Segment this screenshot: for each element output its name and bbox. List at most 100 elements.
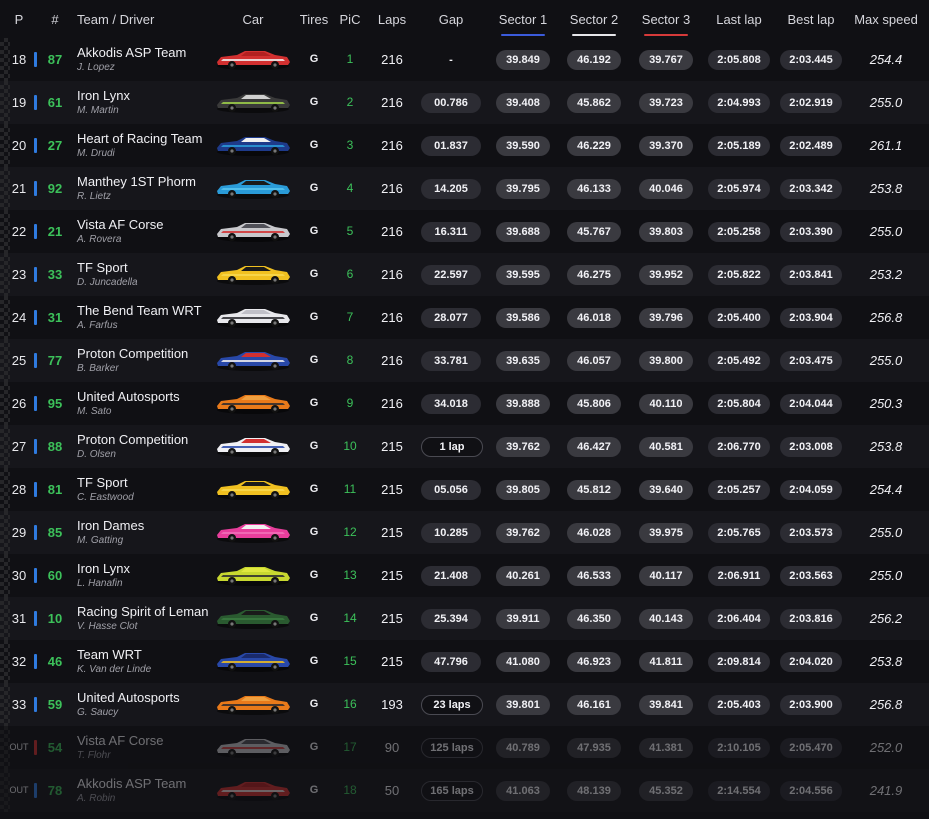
- class-color-bar: [34, 353, 37, 368]
- driver-name[interactable]: M. Drudi: [77, 148, 115, 159]
- team-name[interactable]: Vista AF Corse: [77, 217, 163, 232]
- sector-1-time: 39.590: [496, 136, 550, 156]
- team-name[interactable]: Manthey 1ST Phorm: [77, 174, 196, 189]
- tire-compound: G: [309, 397, 319, 409]
- tire-compound: G: [309, 483, 319, 495]
- class-color-bar: [34, 224, 37, 239]
- team-name[interactable]: United Autosports: [77, 690, 180, 705]
- team-name[interactable]: Iron Lynx: [77, 88, 130, 103]
- lap-count: 216: [381, 267, 403, 282]
- max-speed-value: 241.9: [869, 783, 903, 798]
- driver-name[interactable]: G. Saucy: [77, 707, 118, 718]
- driver-name[interactable]: T. Flohr: [77, 750, 111, 761]
- team-name[interactable]: Team WRT: [77, 647, 142, 662]
- team-name[interactable]: Heart of Racing Team: [77, 131, 203, 146]
- driver-name[interactable]: R. Lietz: [77, 191, 111, 202]
- header-max-speed[interactable]: Max speed: [848, 0, 924, 38]
- header-laps[interactable]: Laps: [372, 0, 412, 38]
- driver-name[interactable]: D. Olsen: [77, 449, 116, 460]
- sector-2-time: 46.161: [567, 695, 621, 715]
- table-row[interactable]: 20 27 Heart of Racing Team M. Drudi G 3 …: [0, 124, 929, 167]
- team-name[interactable]: Akkodis ASP Team: [77, 776, 186, 791]
- checkered-flag-strip: [0, 253, 10, 296]
- team-name[interactable]: Iron Dames: [77, 518, 144, 533]
- header-last-lap[interactable]: Last lap: [704, 0, 774, 38]
- driver-name[interactable]: A. Farfus: [77, 320, 118, 331]
- row-position: 19: [11, 95, 27, 110]
- table-row[interactable]: 23 33 TF Sport D. Juncadella G 6 216 22.…: [0, 253, 929, 296]
- team-name[interactable]: Proton Competition: [77, 346, 188, 361]
- last-lap-time: 2:05.189: [708, 136, 770, 156]
- header-number[interactable]: #: [40, 0, 70, 38]
- header-sector-1[interactable]: Sector 1: [490, 0, 556, 38]
- row-position: 25: [11, 353, 27, 368]
- driver-name[interactable]: B. Barker: [77, 363, 119, 374]
- header-position[interactable]: P: [8, 0, 30, 38]
- header-team-driver[interactable]: Team / Driver: [77, 0, 197, 38]
- position-in-class: 6: [346, 267, 354, 281]
- sector-1-time: 39.595: [496, 265, 550, 285]
- driver-name[interactable]: D. Juncadella: [77, 277, 138, 288]
- tire-compound: G: [309, 784, 319, 796]
- table-row[interactable]: 27 88 Proton Competition D. Olsen G 10 2…: [0, 425, 929, 468]
- driver-name[interactable]: M. Gatting: [77, 535, 123, 546]
- table-row[interactable]: 30 60 Iron Lynx L. Hanafin G 13 215 21.4…: [0, 554, 929, 597]
- lap-count: 216: [381, 310, 403, 325]
- team-name[interactable]: Proton Competition: [77, 432, 188, 447]
- car-livery-image: [217, 223, 290, 242]
- sector-1-time: 39.849: [496, 50, 550, 70]
- checkered-flag-strip: [0, 81, 10, 124]
- last-lap-time: 2:05.804: [708, 394, 770, 414]
- max-speed-value: 252.0: [869, 740, 903, 755]
- best-lap-time: 2:03.841: [780, 265, 842, 285]
- team-name[interactable]: TF Sport: [77, 260, 128, 275]
- position-in-class: 9: [346, 396, 354, 410]
- table-row[interactable]: 24 31 The Bend Team WRT A. Farfus G 7 21…: [0, 296, 929, 339]
- driver-name[interactable]: A. Rovera: [77, 234, 121, 245]
- table-row[interactable]: 26 95 United Autosports M. Sato G 9 216 …: [0, 382, 929, 425]
- driver-name[interactable]: M. Sato: [77, 406, 111, 417]
- driver-name[interactable]: J. Lopez: [77, 62, 115, 73]
- table-row[interactable]: 28 81 TF Sport C. Eastwood G 11 215 05.0…: [0, 468, 929, 511]
- car-livery-image: [217, 696, 290, 715]
- table-row[interactable]: OUT 54 Vista AF Corse T. Flohr G 17 90 1…: [0, 726, 929, 769]
- best-lap-time: 2:04.059: [780, 480, 842, 500]
- driver-name[interactable]: V. Hasse Clot: [77, 621, 137, 632]
- header-car[interactable]: Car: [225, 0, 281, 38]
- header-pic[interactable]: PiC: [334, 0, 366, 38]
- max-speed-value: 255.0: [869, 568, 903, 583]
- gap-value: 01.837: [421, 136, 481, 156]
- header-best-lap[interactable]: Best lap: [776, 0, 846, 38]
- table-row[interactable]: 19 61 Iron Lynx M. Martin G 2 216 00.786…: [0, 81, 929, 124]
- table-row[interactable]: 33 59 United Autosports G. Saucy G 16 19…: [0, 683, 929, 726]
- team-name[interactable]: Racing Spirit of Leman: [77, 604, 209, 619]
- team-name[interactable]: Akkodis ASP Team: [77, 45, 186, 60]
- car-number: 27: [47, 138, 63, 153]
- table-row[interactable]: 21 92 Manthey 1ST Phorm R. Lietz G 4 216…: [0, 167, 929, 210]
- driver-name[interactable]: M. Martin: [77, 105, 119, 116]
- team-name[interactable]: The Bend Team WRT: [77, 303, 202, 318]
- sector-3-time: 41.381: [639, 738, 693, 758]
- table-row[interactable]: OUT 78 Akkodis ASP Team A. Robin G 18 50…: [0, 769, 929, 812]
- driver-name[interactable]: C. Eastwood: [77, 492, 134, 503]
- table-row[interactable]: 18 87 Akkodis ASP Team J. Lopez G 1 216 …: [0, 38, 929, 81]
- header-tires[interactable]: Tires: [296, 0, 332, 38]
- table-row[interactable]: 32 46 Team WRT K. Van der Linde G 15 215…: [0, 640, 929, 683]
- table-row[interactable]: 29 85 Iron Dames M. Gatting G 12 215 10.…: [0, 511, 929, 554]
- header-sector-2[interactable]: Sector 2: [561, 0, 627, 38]
- header-gap[interactable]: Gap: [421, 0, 481, 38]
- team-name[interactable]: United Autosports: [77, 389, 180, 404]
- sector-1-time: 41.063: [496, 781, 550, 801]
- header-sector-3[interactable]: Sector 3: [633, 0, 699, 38]
- team-name[interactable]: Vista AF Corse: [77, 733, 163, 748]
- tire-compound: G: [309, 526, 319, 538]
- team-name[interactable]: TF Sport: [77, 475, 128, 490]
- table-row[interactable]: 25 77 Proton Competition B. Barker G 8 2…: [0, 339, 929, 382]
- team-name[interactable]: Iron Lynx: [77, 561, 130, 576]
- driver-name[interactable]: A. Robin: [77, 793, 115, 804]
- car-number: 54: [47, 740, 63, 755]
- table-row[interactable]: 31 10 Racing Spirit of Leman V. Hasse Cl…: [0, 597, 929, 640]
- table-row[interactable]: 22 21 Vista AF Corse A. Rovera G 5 216 1…: [0, 210, 929, 253]
- driver-name[interactable]: L. Hanafin: [77, 578, 123, 589]
- driver-name[interactable]: K. Van der Linde: [77, 664, 151, 675]
